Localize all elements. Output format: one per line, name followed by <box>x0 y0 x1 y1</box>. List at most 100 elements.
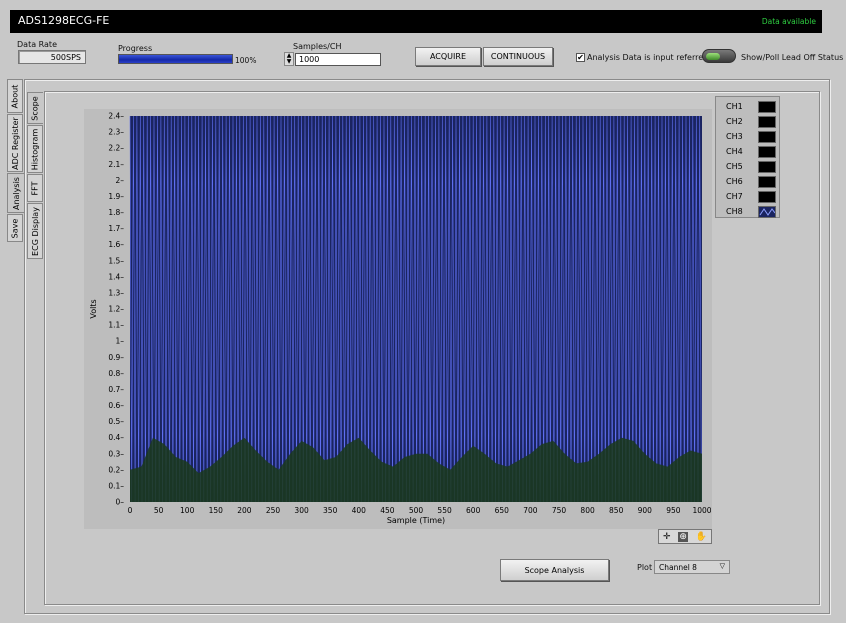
continuous-button[interactable]: CONTINUOUS <box>483 47 553 66</box>
y-tick-label: 1.1– <box>108 321 124 330</box>
tab-analysis[interactable]: Analysis <box>7 173 25 213</box>
x-tick-label: 350 <box>323 506 338 515</box>
x-tick-label: 700 <box>523 506 538 515</box>
progress-label: Progress <box>118 44 153 53</box>
y-tick-label: 0.2– <box>108 465 124 474</box>
y-tick-label: 0.5– <box>108 417 124 426</box>
x-tick-label: 150 <box>209 506 224 515</box>
scope-chart[interactable]: 0– 0.1– 0.2– 0.3– 0.4– 0.5– 0.6– 0.7– 0.8– 0.9– 1–… <box>84 109 712 529</box>
scope-analysis-button[interactable]: Scope Analysis <box>500 559 609 581</box>
y-tick-label: 0.8– <box>108 369 124 378</box>
legend-item-ch2[interactable]: CH2 <box>716 114 779 129</box>
legend-item-ch7[interactable]: CH7 <box>716 189 779 204</box>
y-tick-label: 2– <box>115 176 124 185</box>
tab-scope-label: Scope <box>31 95 40 121</box>
progress-percent: 100% <box>235 56 257 65</box>
tab-adc-register[interactable]: ADC Register <box>7 114 23 172</box>
tab-fft-label: FFT <box>30 181 40 195</box>
y-tick-label: 1– <box>115 337 124 346</box>
legend-swatch <box>758 160 776 173</box>
y-tick-label: 1.7– <box>108 224 124 233</box>
x-axis-label: Sample (Time) <box>387 516 445 525</box>
samples-stepper[interactable]: ▲ ▼ <box>284 52 294 66</box>
tab-histogram[interactable]: Histogram <box>27 125 43 173</box>
legend-label: CH1 <box>726 102 743 111</box>
x-tick-label: 0 <box>128 506 133 515</box>
legend-item-ch1[interactable]: CH1 <box>716 99 779 114</box>
y-tick-label: 0– <box>115 498 124 507</box>
y-tick-label: 0.3– <box>108 449 124 458</box>
y-tick-label: 1.8– <box>108 208 124 217</box>
x-tick-label: 250 <box>266 506 281 515</box>
tab-scope[interactable]: Scope <box>27 92 43 124</box>
y-tick-label: 2.4– <box>108 112 124 121</box>
legend-item-ch6[interactable]: CH6 <box>716 174 779 189</box>
cursor-move-icon[interactable]: ✛ <box>663 532 671 542</box>
status-indicator: Data available <box>761 17 816 26</box>
x-tick-label: 1000 <box>692 506 711 515</box>
tab-about-label: About <box>10 84 20 108</box>
tab-adc-register-label: ADC Register <box>10 116 20 170</box>
legend-swatch <box>758 145 776 158</box>
tab-about[interactable]: About <box>7 79 23 113</box>
chevron-down-icon: ▽ <box>719 562 725 570</box>
plot-selector[interactable]: Channel 8 ▽ <box>654 560 730 574</box>
progress-bar <box>118 54 233 64</box>
legend-label: CH5 <box>726 162 743 171</box>
progress-fill <box>119 55 232 63</box>
graph-palette: ✛ ⊕ ✋ <box>658 529 712 544</box>
title-bar: ADS1298ECG-FE Data available <box>10 10 822 33</box>
tab-save[interactable]: Save <box>7 214 23 242</box>
x-tick-label: 450 <box>380 506 395 515</box>
x-tick-label: 650 <box>495 506 510 515</box>
y-tick-label: 1.3– <box>108 288 124 297</box>
x-tick-label: 400 <box>352 506 367 515</box>
lead-off-toggle[interactable] <box>702 49 736 63</box>
lead-off-label: Show/Poll Lead Off Status <box>741 53 844 62</box>
y-tick-label: 0.4– <box>108 433 124 442</box>
y-tick-label: 2.2– <box>108 144 124 153</box>
legend-swatch <box>758 100 776 113</box>
x-tick-label: 600 <box>466 506 481 515</box>
tab-histogram-label: Histogram <box>30 128 40 170</box>
y-tick-label: 2.3– <box>108 128 124 137</box>
x-tick-label: 100 <box>180 506 195 515</box>
y-tick-label: 0.1– <box>108 481 124 490</box>
zoom-icon[interactable]: ⊕ <box>678 531 688 542</box>
legend-item-ch8[interactable]: CH8 <box>716 204 779 219</box>
samples-input[interactable]: 1000 <box>295 53 381 66</box>
input-referred-label: Analysis Data is input referred <box>587 53 709 62</box>
x-tick-label: 300 <box>294 506 309 515</box>
app-title: ADS1298ECG-FE <box>18 14 110 27</box>
legend-swatch <box>758 175 776 188</box>
x-tick-label: 750 <box>552 506 567 515</box>
pan-hand-icon[interactable]: ✋ <box>696 532 707 542</box>
legend-swatch <box>758 205 776 218</box>
legend-swatch <box>758 130 776 143</box>
legend-item-ch4[interactable]: CH4 <box>716 144 779 159</box>
y-tick-label: 0.9– <box>108 353 124 362</box>
plot-legend[interactable]: CH1 CH2 CH3 CH4 CH5 CH6 CH7 CH8 <box>715 96 780 218</box>
legend-item-ch5[interactable]: CH5 <box>716 159 779 174</box>
legend-swatch <box>758 190 776 203</box>
y-tick-label: 1.9– <box>108 192 124 201</box>
tab-ecg-display[interactable]: ECG Display <box>27 203 43 259</box>
plot-selector-value: Channel 8 <box>659 563 697 572</box>
x-tick-label: 900 <box>638 506 653 515</box>
samples-label: Samples/CH <box>293 42 342 51</box>
acquire-button[interactable]: ACQUIRE <box>415 47 481 66</box>
legend-swatch <box>758 115 776 128</box>
y-tick-label: 0.7– <box>108 385 124 394</box>
x-tick-label: 950 <box>666 506 681 515</box>
legend-label: CH7 <box>726 192 743 201</box>
x-tick-label: 800 <box>580 506 595 515</box>
y-tick-label: 2.1– <box>108 160 124 169</box>
x-tick-label: 50 <box>154 506 164 515</box>
x-tick-label: 850 <box>609 506 624 515</box>
y-axis-label: Volts <box>89 299 98 318</box>
input-referred-checkbox[interactable]: ✔ <box>576 53 585 62</box>
tab-fft[interactable]: FFT <box>27 174 43 202</box>
y-tick-label: 0.6– <box>108 401 124 410</box>
x-tick-label: 200 <box>237 506 252 515</box>
legend-item-ch3[interactable]: CH3 <box>716 129 779 144</box>
